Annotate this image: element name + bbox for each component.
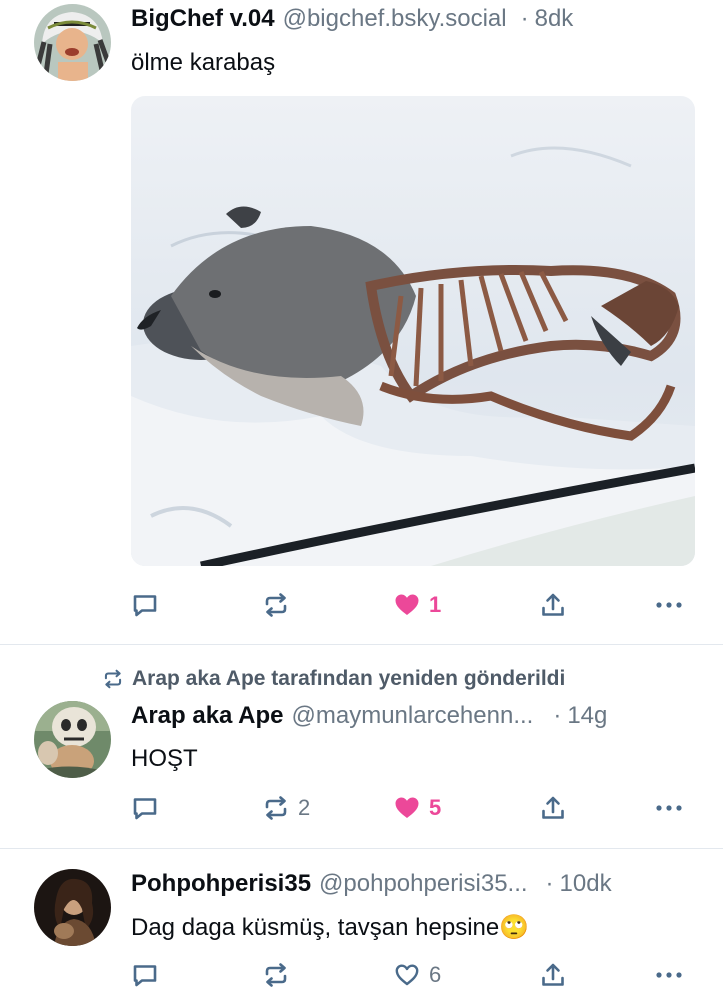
reply-icon bbox=[131, 794, 159, 822]
repost-button[interactable] bbox=[262, 588, 298, 622]
more-icon bbox=[653, 591, 685, 619]
post-time[interactable]: 10dk bbox=[560, 869, 612, 899]
author-name[interactable]: Pohpohperisi35 bbox=[131, 869, 311, 899]
heart-icon bbox=[393, 794, 421, 822]
reply-icon bbox=[131, 961, 159, 989]
post-time[interactable]: 14g bbox=[567, 701, 607, 731]
reposted-by-label: Arap aka Ape tarafından yeniden gönderil… bbox=[132, 667, 566, 690]
share-button[interactable] bbox=[539, 958, 567, 992]
eye-roll-emoji: 🙄 bbox=[499, 913, 530, 941]
separator-dot: · bbox=[520, 5, 529, 32]
repost-button[interactable]: 2 bbox=[262, 791, 310, 825]
more-options-button[interactable] bbox=[653, 791, 685, 825]
avatar[interactable] bbox=[34, 869, 111, 946]
reply-button[interactable] bbox=[131, 791, 167, 825]
author-handle[interactable]: @maymunlarcehenn... bbox=[292, 701, 534, 731]
separator-dot: · bbox=[553, 702, 562, 729]
author-name[interactable]: Arap aka Ape bbox=[131, 701, 284, 731]
more-options-button[interactable] bbox=[653, 958, 685, 992]
repost-icon bbox=[262, 794, 290, 822]
avatar[interactable] bbox=[34, 4, 111, 81]
post-actions: 6 bbox=[0, 958, 723, 992]
repost-icon bbox=[262, 591, 290, 619]
reply-icon bbox=[131, 591, 159, 619]
like-button[interactable]: 5 bbox=[393, 791, 441, 825]
share-icon bbox=[539, 794, 567, 822]
avatar[interactable] bbox=[34, 701, 111, 778]
more-options-button[interactable] bbox=[653, 588, 685, 622]
author-handle[interactable]: @bigchef.bsky.social bbox=[283, 4, 507, 34]
repost-button[interactable] bbox=[262, 958, 298, 992]
post-time[interactable]: 8dk bbox=[535, 4, 574, 34]
post-text-body: Dag daga küsmüş, tavşan hepsine bbox=[131, 914, 500, 941]
more-icon bbox=[653, 961, 685, 989]
author-name[interactable]: BigChef v.04 bbox=[131, 4, 275, 34]
separator-dot: · bbox=[545, 870, 554, 897]
post-actions: 1 bbox=[0, 588, 723, 622]
heart-icon bbox=[393, 961, 421, 989]
post-image[interactable] bbox=[131, 96, 695, 566]
post-2[interactable]: Arap aka Ape tarafından yeniden gönderil… bbox=[0, 645, 723, 849]
repost-icon bbox=[102, 668, 124, 690]
heart-icon bbox=[393, 591, 421, 619]
share-icon bbox=[539, 591, 567, 619]
share-icon bbox=[539, 961, 567, 989]
post-3[interactable]: Pohpohperisi35 @pohpohperisi35... · 10dk… bbox=[0, 849, 723, 1002]
like-count: 1 bbox=[429, 592, 442, 617]
post-actions: 2 5 bbox=[0, 791, 723, 825]
repost-indicator[interactable]: Arap aka Ape tarafından yeniden gönderil… bbox=[102, 667, 565, 691]
like-count: 6 bbox=[429, 962, 442, 987]
post-text: ölme karabaş bbox=[131, 49, 276, 76]
post-text: HOŞT bbox=[131, 745, 198, 772]
post-text: Dag daga küsmüş, tavşan hepsine🙄 bbox=[131, 912, 529, 943]
more-icon bbox=[653, 794, 685, 822]
post-1[interactable]: BigChef v.04 @bigchef.bsky.social · 8dk … bbox=[0, 0, 723, 645]
reply-button[interactable] bbox=[131, 588, 167, 622]
reply-button[interactable] bbox=[131, 958, 167, 992]
like-button[interactable]: 1 bbox=[393, 588, 441, 622]
share-button[interactable] bbox=[539, 588, 567, 622]
repost-count: 2 bbox=[298, 795, 311, 820]
repost-icon bbox=[262, 961, 290, 989]
author-handle[interactable]: @pohpohperisi35... bbox=[319, 869, 528, 899]
like-count: 5 bbox=[429, 795, 442, 820]
like-button[interactable]: 6 bbox=[393, 958, 441, 992]
share-button[interactable] bbox=[539, 791, 567, 825]
